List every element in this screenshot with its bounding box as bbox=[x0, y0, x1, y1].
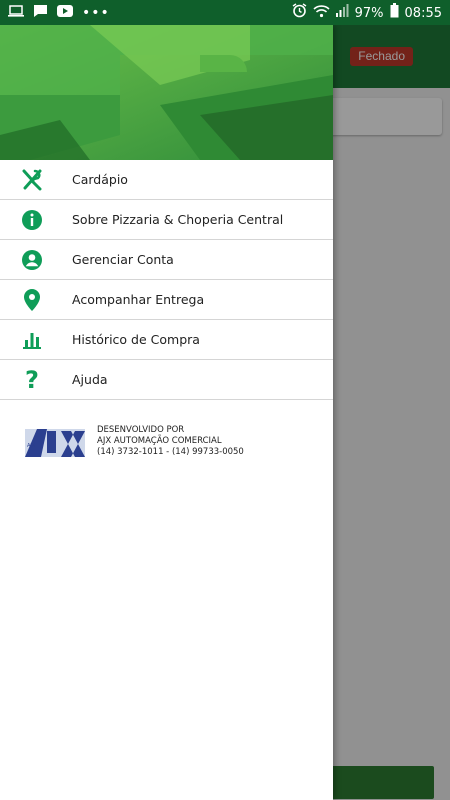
question-icon: ? bbox=[25, 365, 39, 394]
header-graphic bbox=[0, 25, 333, 160]
info-icon bbox=[0, 209, 74, 231]
menu-item-label: Ajuda bbox=[72, 372, 108, 387]
developer-footer: AJX DESENVOLVIDO POR AJX AUTOMAÇÃO COMER… bbox=[0, 422, 333, 462]
alarm-icon bbox=[292, 3, 307, 24]
signal-icon bbox=[335, 4, 349, 23]
drawer-menu: Cardápio Sobre Pizzaria & Choperia Centr… bbox=[0, 160, 333, 400]
wifi-icon bbox=[313, 4, 330, 24]
battery-percent: 97% bbox=[354, 5, 384, 21]
developer-line-2: AJX AUTOMAÇÃO COMERCIAL bbox=[97, 436, 222, 446]
laptop-icon bbox=[8, 5, 24, 21]
drawer-header-banner bbox=[0, 25, 333, 160]
menu-item-sobre[interactable]: Sobre Pizzaria & Choperia Central bbox=[0, 200, 333, 240]
menu-item-historico[interactable]: Histórico de Compra bbox=[0, 320, 333, 360]
clock: 08:55 bbox=[404, 5, 442, 21]
map-pin-icon bbox=[0, 288, 74, 312]
menu-item-ajuda[interactable]: ? Ajuda bbox=[0, 360, 333, 400]
menu-item-acompanhar-entrega[interactable]: Acompanhar Entrega bbox=[0, 280, 333, 320]
logo-text: AJX bbox=[27, 443, 36, 449]
more-notifications-icon: ••• bbox=[82, 5, 110, 21]
status-bar: ••• 97% 08:55 bbox=[0, 0, 450, 25]
ajx-logo: AJX bbox=[23, 425, 87, 465]
developer-info: DESENVOLVIDO POR AJX AUTOMAÇÃO COMERCIAL… bbox=[97, 425, 244, 458]
fork-knife-icon bbox=[0, 169, 74, 191]
developer-line-3: (14) 3732-1011 - (14) 99733-0050 bbox=[97, 447, 244, 457]
menu-item-label: Cardápio bbox=[72, 172, 128, 187]
menu-item-gerenciar-conta[interactable]: Gerenciar Conta bbox=[0, 240, 333, 280]
menu-item-label: Sobre Pizzaria & Choperia Central bbox=[72, 212, 284, 227]
menu-item-label: Acompanhar Entrega bbox=[72, 292, 205, 307]
menu-item-label: Histórico de Compra bbox=[72, 332, 200, 347]
menu-item-label: Gerenciar Conta bbox=[72, 252, 174, 267]
battery-icon bbox=[390, 3, 399, 24]
developer-line-1: DESENVOLVIDO POR bbox=[97, 425, 185, 435]
bar-chart-icon bbox=[0, 330, 74, 350]
chat-icon bbox=[33, 4, 48, 22]
menu-item-cardapio[interactable]: Cardápio bbox=[0, 160, 333, 200]
account-icon bbox=[0, 249, 74, 271]
navigation-drawer: Cardápio Sobre Pizzaria & Choperia Centr… bbox=[0, 25, 333, 800]
youtube-icon bbox=[57, 5, 73, 21]
